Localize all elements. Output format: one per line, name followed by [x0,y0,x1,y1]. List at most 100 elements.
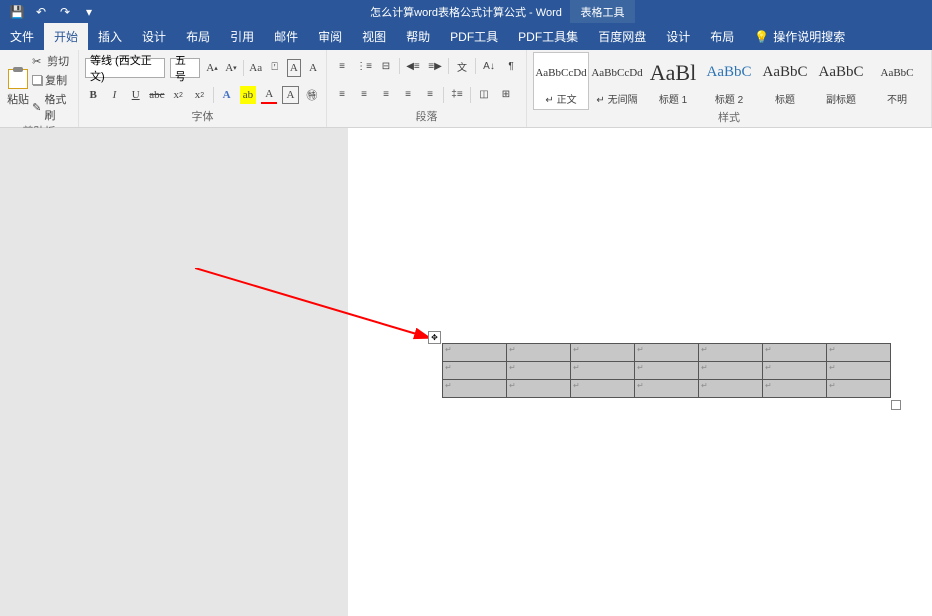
highlight-button[interactable]: ab [240,86,256,104]
borders-button[interactable]: ⊞ [497,86,515,104]
align-left-button[interactable]: ≡ [333,86,351,104]
table-row[interactable] [443,344,891,362]
tab-review[interactable]: 审阅 [308,23,352,50]
table-cell[interactable] [763,344,827,362]
table-row[interactable] [443,362,891,380]
style-name: 标题 [775,91,795,106]
bold-button[interactable]: B [85,86,101,104]
character-shading-button[interactable]: A [282,86,298,104]
tab-pdf-tool[interactable]: PDF工具 [440,23,508,50]
table-cell[interactable] [507,344,571,362]
table-cell[interactable] [827,344,891,362]
table-cell[interactable] [635,380,699,398]
paragraph-group: ≡ ⋮≡ ⊟ ◀≡ ≡▶ 文 A↓ ¶ ≡ ≡ ≡ ≡ ≡ ‡≡ [327,50,527,127]
redo-icon[interactable]: ↷ [58,5,72,19]
paste-button[interactable]: 粘贴 [6,52,30,124]
tab-design[interactable]: 设计 [132,23,176,50]
style-preview: AaBbC [763,57,808,89]
tab-home[interactable]: 开始 [44,23,88,50]
table-row[interactable] [443,380,891,398]
copy-button[interactable]: 复制 [30,71,72,89]
tab-references[interactable]: 引用 [220,23,264,50]
paragraph-group-label: 段落 [333,109,520,125]
bullets-button[interactable]: ≡ [333,57,351,75]
table-cell[interactable] [827,362,891,380]
decrease-indent-button[interactable]: ◀≡ [404,57,422,75]
tab-mailings[interactable]: 邮件 [264,23,308,50]
table-resize-handle[interactable] [891,400,901,410]
sort-button[interactable]: A↓ [480,57,498,75]
multilevel-list-button[interactable]: ⊟ [377,57,395,75]
qat-more-icon[interactable]: ▾ [82,5,96,19]
document-title: 怎么计算word表格公式计算公式 - Word [370,4,562,20]
enclose-characters-button[interactable]: ㊕ [304,86,320,104]
style-item[interactable]: AaBbCcDd↵ 无间隔 [589,52,645,110]
table-cell[interactable] [571,380,635,398]
undo-icon[interactable]: ↶ [34,5,48,19]
align-center-button[interactable]: ≡ [355,86,373,104]
inserted-table[interactable]: ✥ [442,343,891,398]
tab-table-layout[interactable]: 布局 [700,23,744,50]
asian-layout-button[interactable]: 文 [453,57,471,75]
increase-indent-button[interactable]: ≡▶ [426,57,444,75]
justify-button[interactable]: ≡ [399,86,417,104]
copy-icon [32,75,42,85]
show-marks-button[interactable]: ¶ [502,57,520,75]
table-cell[interactable] [827,380,891,398]
table-cell[interactable] [763,380,827,398]
save-icon[interactable]: 💾 [10,5,24,19]
font-size-select[interactable]: 五号 [170,58,200,78]
superscript-button[interactable]: x2 [191,86,207,104]
underline-button[interactable]: U [128,86,144,104]
table-cell[interactable] [443,344,507,362]
tab-baidu[interactable]: 百度网盘 [588,23,656,50]
shading-button[interactable]: ◫ [475,86,493,104]
italic-button[interactable]: I [106,86,122,104]
word-table[interactable] [442,343,891,398]
tab-pdf-suite[interactable]: PDF工具集 [508,23,588,50]
table-cell[interactable] [635,344,699,362]
table-cell[interactable] [635,362,699,380]
style-item[interactable]: AaBbC 标题 [757,52,813,110]
table-cell[interactable] [699,344,763,362]
tab-insert[interactable]: 插入 [88,23,132,50]
font-color-button[interactable]: A [261,86,277,104]
style-item[interactable]: AaBbCcDd↵ 正文 [533,52,589,110]
strikethrough-button[interactable]: abc [149,86,165,104]
tell-me-search[interactable]: 💡 操作说明搜索 [744,23,855,50]
grow-font-button[interactable]: A▴ [205,59,219,77]
cut-button[interactable]: 剪切 [30,52,72,70]
style-item[interactable]: AaBbC副标题 [813,52,869,110]
font-name-select[interactable]: 等线 (西文正文) [85,58,165,78]
tab-view[interactable]: 视图 [352,23,396,50]
character-border-button[interactable]: A [287,59,301,77]
style-item[interactable]: AaBl标题 1 [645,52,701,110]
table-cell[interactable] [699,380,763,398]
table-cell[interactable] [507,362,571,380]
table-cell[interactable] [763,362,827,380]
style-item[interactable]: AaBbC标题 2 [701,52,757,110]
change-case-button[interactable]: Aa [249,59,263,77]
table-cell[interactable] [571,362,635,380]
table-cell[interactable] [699,362,763,380]
table-cell[interactable] [443,362,507,380]
table-cell[interactable] [507,380,571,398]
format-painter-button[interactable]: 格式刷 [30,90,72,124]
text-effects-button[interactable]: A [219,86,235,104]
subscript-button[interactable]: x2 [170,86,186,104]
tab-table-design[interactable]: 设计 [656,23,700,50]
tab-file[interactable]: 文件 [0,23,44,50]
clear-formatting-button[interactable]: A [306,59,320,77]
style-item[interactable]: AaBbC不明 [869,52,925,110]
table-move-handle[interactable]: ✥ [428,331,441,344]
table-cell[interactable] [443,380,507,398]
distributed-button[interactable]: ≡ [421,86,439,104]
line-spacing-button[interactable]: ‡≡ [448,86,466,104]
tab-layout[interactable]: 布局 [176,23,220,50]
shrink-font-button[interactable]: A▾ [224,59,238,77]
tab-help[interactable]: 帮助 [396,23,440,50]
align-right-button[interactable]: ≡ [377,86,395,104]
numbering-button[interactable]: ⋮≡ [355,57,373,75]
table-cell[interactable] [571,344,635,362]
phonetic-guide-button[interactable]: ⍞ [268,59,282,77]
